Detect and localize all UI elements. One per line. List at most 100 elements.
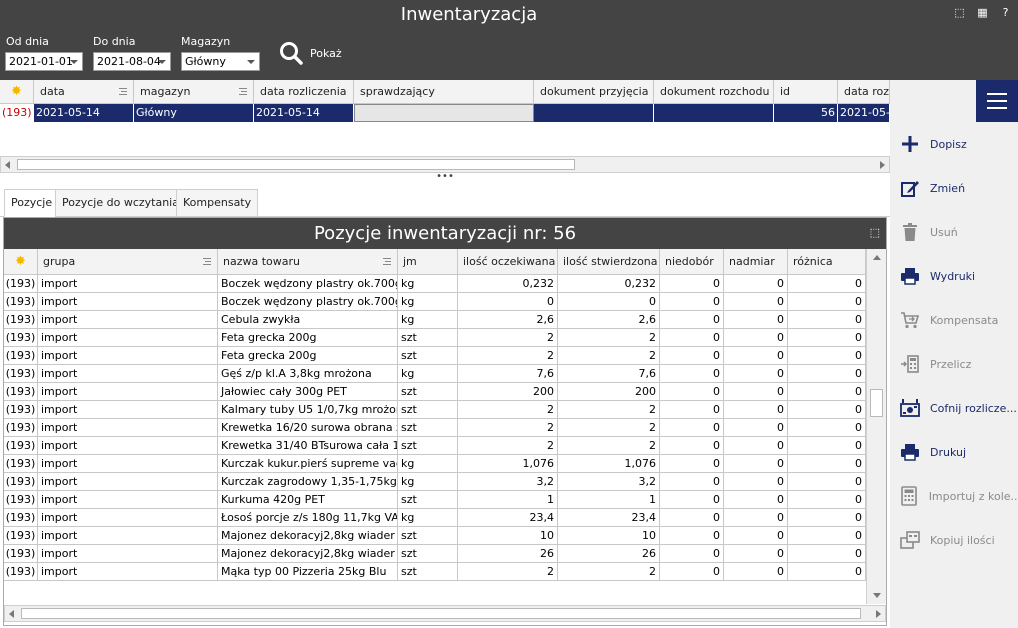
table-row[interactable]: (193) import Boczek wędzony plastry ok.700…	[4, 293, 866, 311]
cell-ilosc-oczekiwana[interactable]: 2	[458, 329, 558, 347]
cell-roznica[interactable]: 0	[788, 401, 866, 419]
scroll-left-icon[interactable]	[5, 161, 10, 169]
column-header-magazyn[interactable]: magazyn	[134, 80, 254, 104]
cell-niedobor[interactable]: 0	[660, 455, 724, 473]
hamburger-menu-button[interactable]	[976, 80, 1018, 122]
cell-nadmiar[interactable]: 0	[724, 437, 788, 455]
scroll-left-icon[interactable]	[9, 610, 14, 618]
cell-jm[interactable]: kg	[398, 311, 458, 329]
cell-nazwa-towaru[interactable]: Krewetka 31/40 BTsurowa cała 1kg	[218, 437, 398, 455]
cell-ilosc-stwierdzona[interactable]: 1,076	[558, 455, 660, 473]
table-row[interactable]: (193) import Majonez dekoracyj2,8kg wiader…	[4, 527, 866, 545]
cell-grupa[interactable]: import	[38, 473, 218, 491]
column-header-dokument-rozchodu[interactable]: dokument rozchodu	[654, 80, 774, 104]
cell-niedobor[interactable]: 0	[660, 509, 724, 527]
table-row[interactable]: (193) import Majonez dekoracyj2,8kg wiader…	[4, 545, 866, 563]
store-select[interactable]: Główny	[181, 52, 260, 71]
cell-roznica[interactable]: 0	[788, 311, 866, 329]
vertical-scrollbar[interactable]	[866, 249, 886, 604]
cell-niedobor[interactable]: 0	[660, 383, 724, 401]
cell-grupa[interactable]: import	[38, 383, 218, 401]
cell-niedobor[interactable]: 0	[660, 365, 724, 383]
cell-niedobor[interactable]: 0	[660, 527, 724, 545]
cell-roznica[interactable]: 0	[788, 491, 866, 509]
cell-nazwa-towaru[interactable]: Feta grecka 200g	[218, 329, 398, 347]
scroll-down-icon[interactable]	[873, 593, 881, 598]
from-date-field[interactable]: 2021-01-01	[5, 52, 83, 71]
new-row-star-icon[interactable]: ✸	[0, 80, 34, 104]
cell-grupa[interactable]: import	[38, 545, 218, 563]
cell-ilosc-oczekiwana[interactable]: 2	[458, 563, 558, 581]
cell-data-rozliczenia[interactable]: 2021-05-14	[254, 104, 354, 122]
action-dopisz-button[interactable]: Dopisz	[890, 129, 1018, 159]
cell-ilosc-stwierdzona[interactable]: 10	[558, 527, 660, 545]
cell-niedobor[interactable]: 0	[660, 275, 724, 293]
splitter-handle[interactable]: •••	[0, 172, 890, 184]
cell-nadmiar[interactable]: 0	[724, 563, 788, 581]
cell-niedobor[interactable]: 0	[660, 347, 724, 365]
scroll-up-icon[interactable]	[873, 255, 881, 260]
cell-jm[interactable]: szt	[398, 347, 458, 365]
show-button[interactable]: Pokaż	[278, 40, 342, 66]
cell-niedobor[interactable]: 0	[660, 419, 724, 437]
scrollbar-thumb[interactable]	[21, 608, 861, 619]
cell-nadmiar[interactable]: 0	[724, 545, 788, 563]
cell-roznica[interactable]: 0	[788, 455, 866, 473]
cell-niedobor[interactable]: 0	[660, 401, 724, 419]
tab-kompensaty[interactable]: Kompensaty	[176, 189, 259, 217]
tab-pozycje[interactable]: Pozycje	[4, 189, 60, 217]
action-drukuj-button[interactable]: Drukuj	[890, 437, 1018, 467]
cell-roznica[interactable]: 0	[788, 329, 866, 347]
cell-nazwa-towaru[interactable]: Jałowiec cały 300g PET	[218, 383, 398, 401]
table-row[interactable]: (193) import Cebula zwykła kg 2,6 2,6 0 0 0	[4, 311, 866, 329]
column-header-data[interactable]: data	[34, 80, 134, 104]
cell-ilosc-stwierdzona[interactable]: 26	[558, 545, 660, 563]
cell-nazwa-towaru[interactable]: Boczek wędzony plastry ok.700g	[218, 275, 398, 293]
cell-roznica[interactable]: 0	[788, 293, 866, 311]
cell-niedobor[interactable]: 0	[660, 491, 724, 509]
column-header-ilosc-stwierdzona[interactable]: ilość stwierdzona	[558, 249, 660, 275]
cell-nadmiar[interactable]: 0	[724, 527, 788, 545]
horizontal-scrollbar[interactable]	[4, 605, 886, 622]
cell-sprawdzajacy[interactable]	[354, 104, 534, 122]
table-row[interactable]: (193) import Krewetka 31/40 BTsurowa cała …	[4, 437, 866, 455]
cell-roznica[interactable]: 0	[788, 545, 866, 563]
cell-nazwa-towaru[interactable]: Łosoś porcje z/s 180g 11,7kg VAC	[218, 509, 398, 527]
action-importuj-z-kole-button[interactable]: Importuj z kole...	[890, 481, 1018, 511]
cell-jm[interactable]: szt	[398, 401, 458, 419]
to-date-field[interactable]: 2021-08-04	[93, 52, 171, 71]
cell-nazwa-towaru[interactable]: Kurczak zagrodowy 1,35-1,75kg kl.	[218, 473, 398, 491]
cell-ilosc-stwierdzona[interactable]: 1	[558, 491, 660, 509]
cell-ilosc-stwierdzona[interactable]: 0	[558, 293, 660, 311]
cell-grupa[interactable]: import	[38, 437, 218, 455]
cell-jm[interactable]: szt	[398, 383, 458, 401]
cell-nazwa-towaru[interactable]: Krewetka 16/20 surowa obrana z/c	[218, 419, 398, 437]
cell-grupa[interactable]: import	[38, 401, 218, 419]
cell-ilosc-oczekiwana[interactable]: 2	[458, 401, 558, 419]
column-header-grupa[interactable]: grupa	[38, 249, 218, 275]
cell-data-rozl[interactable]: 2021-05-1	[838, 104, 890, 122]
select-icon[interactable]: ⬚	[953, 6, 966, 19]
table-row[interactable]: (193) import Feta grecka 200g szt 2 2 0 0 0	[4, 329, 866, 347]
cell-grupa[interactable]: import	[38, 509, 218, 527]
cell-nadmiar[interactable]: 0	[724, 419, 788, 437]
cell-ilosc-oczekiwana[interactable]: 1	[458, 491, 558, 509]
action-kopiuj-ilości-button[interactable]: Kopiuj ilości	[890, 525, 1018, 555]
table-row[interactable]: (193) import Mąka typ 00 Pizzeria 25kg Blu…	[4, 563, 866, 581]
cell-jm[interactable]: kg	[398, 473, 458, 491]
cell-grupa[interactable]: import	[38, 563, 218, 581]
cell-magazyn[interactable]: Główny	[134, 104, 254, 122]
cell-nadmiar[interactable]: 0	[724, 347, 788, 365]
column-header-nazwa-towaru[interactable]: nazwa towaru	[218, 249, 398, 275]
cell-ilosc-stwierdzona[interactable]: 23,4	[558, 509, 660, 527]
cell-roznica[interactable]: 0	[788, 365, 866, 383]
cell-jm[interactable]: kg	[398, 509, 458, 527]
cell-ilosc-stwierdzona[interactable]: 7,6	[558, 365, 660, 383]
cell-nadmiar[interactable]: 0	[724, 365, 788, 383]
cell-ilosc-stwierdzona[interactable]: 0,232	[558, 275, 660, 293]
cell-nadmiar[interactable]: 0	[724, 275, 788, 293]
cell-nazwa-towaru[interactable]: Boczek wędzony plastry ok.700g	[218, 293, 398, 311]
column-header-ilosc-oczekiwana[interactable]: ilość oczekiwana	[458, 249, 558, 275]
table-row[interactable]: (193) import Kurczak zagrodowy 1,35-1,75kg…	[4, 473, 866, 491]
column-header-roznica[interactable]: różnica	[788, 249, 866, 275]
